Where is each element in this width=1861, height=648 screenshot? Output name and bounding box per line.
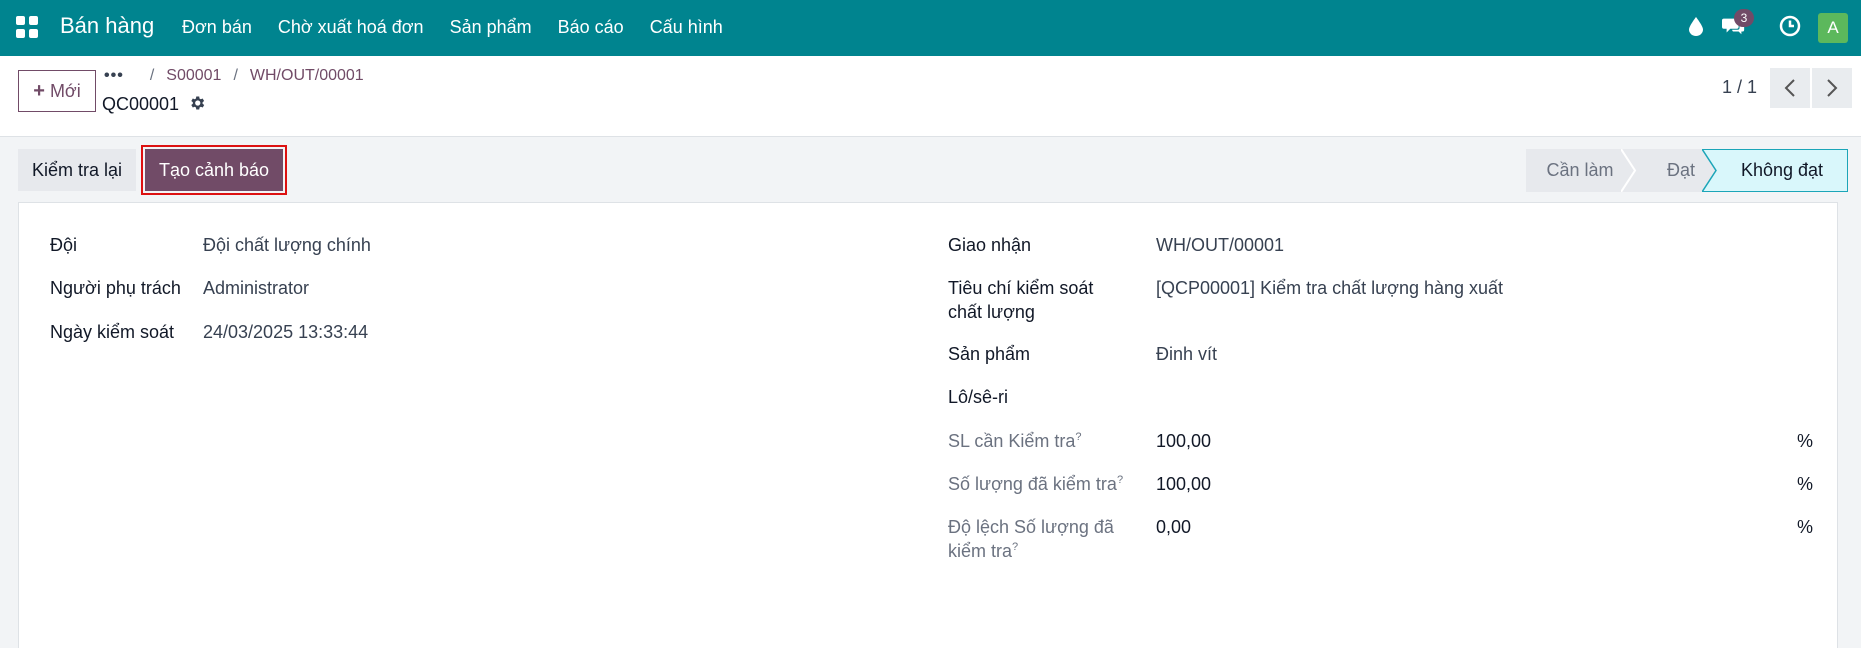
breadcrumb-delivery[interactable]: WH/OUT/00001 (250, 67, 364, 85)
pager-next-button[interactable] (1812, 68, 1852, 108)
status-bar: Kiểm tra lại Tạo cảnh báo Cần làm Đạt Kh… (0, 137, 1861, 202)
main-menu: Đơn bán Chờ xuất hoá đơn Sản phẩm Báo cá… (182, 17, 749, 38)
qty-deviation-unit: % (1797, 517, 1814, 537)
qty-deviation-field[interactable]: 0,00 (1156, 517, 1191, 538)
recheck-button[interactable]: Kiểm tra lại (18, 149, 136, 191)
chevron-right-icon (1827, 79, 1838, 97)
messages-count-badge: 3 (1734, 9, 1754, 27)
team-label: Đội (50, 235, 78, 255)
help-tooltip-icon[interactable]: ? (1012, 541, 1018, 553)
responsible-label: Người phụ trách (50, 278, 181, 298)
menu-item-reporting[interactable]: Báo cáo (558, 17, 624, 38)
qty-to-check-field[interactable]: 100,00 (1156, 431, 1211, 452)
app-grid-icon[interactable] (16, 16, 38, 38)
pager-previous-button[interactable] (1770, 68, 1810, 108)
control-panel: + Mới ••• / S00001 / WH/OUT/00001 QC0000… (0, 56, 1861, 137)
top-navbar: Bán hàng Đơn bán Chờ xuất hoá đơn Sản ph… (0, 0, 1861, 56)
record-title: QC00001 (102, 94, 180, 114)
qty-checked-unit: % (1797, 474, 1814, 494)
plus-icon: + (33, 79, 45, 102)
help-tooltip-icon[interactable]: ? (1075, 431, 1081, 443)
user-avatar[interactable]: A (1818, 13, 1848, 43)
app-name[interactable]: Bán hàng (60, 13, 154, 39)
help-tooltip-icon[interactable]: ? (1117, 474, 1123, 486)
control-point-label-line2: chất lượng (948, 302, 1035, 322)
qty-to-check-unit: % (1797, 431, 1814, 451)
menu-item-orders[interactable]: Đơn bán (182, 17, 252, 38)
control-date-field[interactable]: 24/03/2025 13:33:44 (203, 322, 368, 343)
new-button-label: Mới (49, 80, 81, 101)
water-drop-icon[interactable] (1684, 14, 1708, 38)
qty-to-check-label: SL cần Kiểm tra? (948, 431, 1082, 451)
pager-value[interactable]: 1 / 1 (1722, 77, 1757, 98)
control-date-label: Ngày kiểm soát (50, 322, 175, 342)
lot-field[interactable] (1156, 387, 1756, 409)
control-point-label: Tiêu chí kiểm soát (948, 278, 1094, 298)
menu-item-to-invoice[interactable]: Chờ xuất hoá đơn (278, 17, 424, 38)
qty-deviation-label: Độ lệch Số lượng đã (948, 517, 1114, 537)
qty-checked-field[interactable]: 100,00 (1156, 474, 1211, 495)
breadcrumb-more-icon[interactable]: ••• (104, 67, 124, 85)
stage-arrow (1702, 149, 1717, 192)
breadcrumb: ••• / S00001 / WH/OUT/00001 (104, 67, 364, 85)
stage-todo[interactable]: Cần làm (1526, 149, 1634, 192)
qty-deviation-label-line2: kiểm tra? (948, 541, 1019, 561)
gear-icon[interactable] (188, 94, 206, 112)
form-sheet: Đội Đội chất lượng chính Người phụ trách… (18, 202, 1838, 648)
picking-label: Giao nhận (948, 235, 1032, 255)
team-field[interactable]: Đội chất lượng chính (203, 235, 371, 256)
stage-pipeline: Cần làm Đạt Không đạt (1526, 149, 1848, 192)
responsible-field[interactable]: Administrator (203, 278, 309, 299)
chevron-left-icon (1784, 79, 1795, 97)
new-button[interactable]: + Mới (18, 70, 96, 112)
product-field[interactable]: Đinh vít (1156, 344, 1217, 365)
create-alert-button[interactable]: Tạo cảnh báo (145, 149, 283, 191)
product-label: Sản phẩm (948, 344, 1031, 364)
stage-arrow (1621, 149, 1649, 192)
menu-item-products[interactable]: Sản phẩm (450, 17, 532, 38)
breadcrumb-sale-order[interactable]: S00001 (166, 67, 221, 85)
clock-icon[interactable] (1778, 14, 1802, 38)
qty-checked-label: Số lượng đã kiểm tra? (948, 474, 1124, 494)
menu-item-configuration[interactable]: Cấu hình (650, 17, 723, 38)
lot-label: Lô/sê-ri (948, 387, 1009, 407)
picking-field[interactable]: WH/OUT/00001 (1156, 235, 1284, 256)
control-point-field[interactable]: [QCP00001] Kiểm tra chất lượng hàng xuất (1156, 278, 1503, 299)
